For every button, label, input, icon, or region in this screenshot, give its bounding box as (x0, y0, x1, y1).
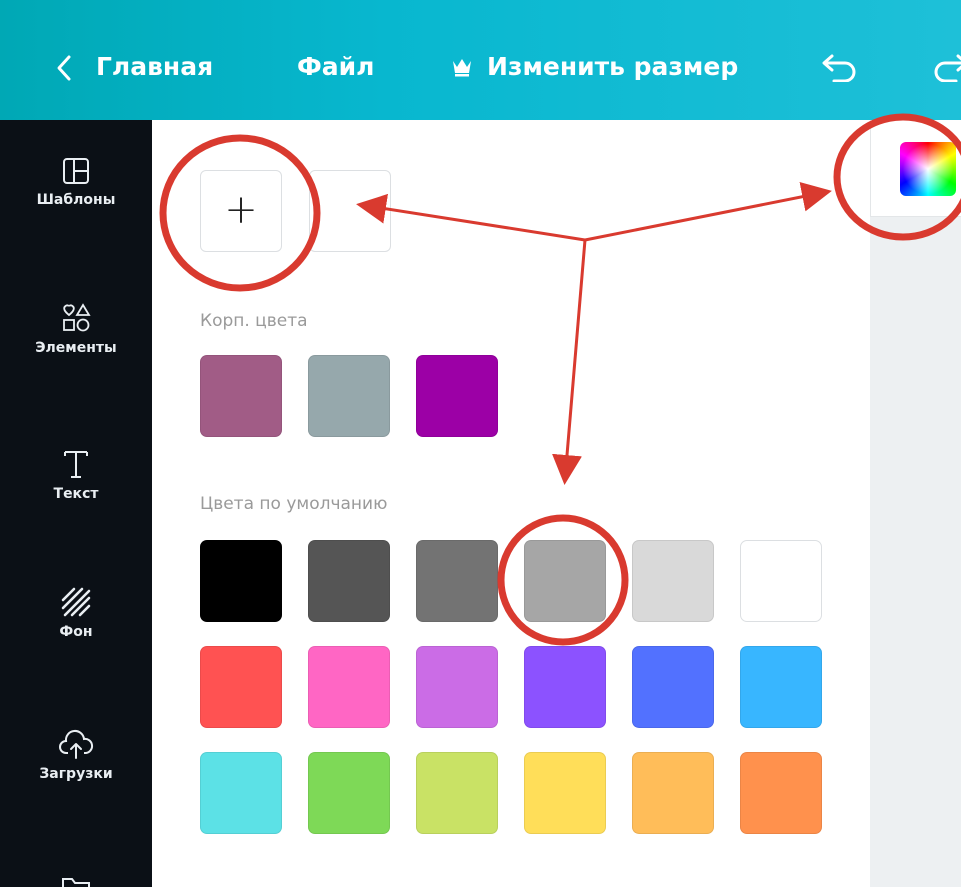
sidebar-item-label: Шаблоны (36, 192, 116, 208)
default-color-swatch[interactable] (308, 752, 390, 834)
sidebar: Шаблоны Элементы Текст Фон Загрузки (0, 120, 152, 887)
sidebar-item-uploads[interactable]: Загрузки (0, 728, 152, 782)
sidebar-item-label: Загрузки (39, 766, 113, 782)
sidebar-item-folder[interactable] (0, 875, 152, 887)
templates-icon (63, 158, 89, 184)
default-color-swatch[interactable] (308, 646, 390, 728)
text-icon (64, 451, 88, 478)
default-colors-label: Цвета по умолчанию (200, 494, 388, 514)
default-color-swatch[interactable] (416, 752, 498, 834)
folder-icon (62, 878, 90, 887)
default-color-swatch[interactable] (308, 540, 390, 622)
default-color-swatch[interactable] (632, 540, 714, 622)
crown-icon (451, 56, 473, 78)
sidebar-item-label: Фон (59, 624, 93, 640)
default-color-swatch[interactable] (416, 646, 498, 728)
default-color-swatch[interactable] (740, 752, 822, 834)
brand-color-swatch[interactable] (200, 355, 282, 437)
canvas-area (870, 120, 961, 887)
color-panel: + Корп. цвета Цвета по умолчанию (152, 120, 870, 887)
sidebar-item-elements[interactable]: Элементы (0, 302, 152, 356)
sidebar-item-label: Элементы (35, 340, 117, 356)
add-color-button[interactable]: + (200, 170, 282, 252)
sidebar-item-label: Текст (53, 486, 99, 502)
default-color-swatch[interactable] (524, 646, 606, 728)
plus-icon: + (224, 187, 258, 233)
file-menu-button[interactable]: Файл (297, 52, 375, 82)
undo-icon[interactable] (820, 52, 860, 83)
redo-icon[interactable] (930, 52, 961, 82)
background-icon (61, 587, 91, 617)
sidebar-item-templates[interactable]: Шаблоны (0, 156, 152, 208)
default-color-swatch[interactable] (740, 646, 822, 728)
default-color-swatch[interactable] (524, 752, 606, 834)
brand-color-swatch[interactable] (416, 355, 498, 437)
default-color-swatch[interactable] (632, 646, 714, 728)
default-color-swatch[interactable] (740, 540, 822, 622)
sidebar-item-background[interactable]: Фон (0, 586, 152, 640)
brand-color-swatch[interactable] (308, 355, 390, 437)
default-color-swatch[interactable] (416, 540, 498, 622)
resize-button[interactable]: Изменить размер (487, 52, 738, 82)
empty-color-slot[interactable] (309, 170, 391, 252)
default-color-swatch[interactable] (632, 752, 714, 834)
default-color-swatch[interactable] (200, 646, 282, 728)
brand-colors-label: Корп. цвета (200, 311, 308, 331)
home-button[interactable]: Главная (96, 52, 213, 82)
default-color-swatch[interactable] (200, 540, 282, 622)
elements-icon (63, 303, 91, 332)
top-bar: Главная Файл Изменить размер (0, 0, 961, 120)
back-chevron-icon[interactable] (54, 54, 74, 82)
default-color-swatch[interactable] (524, 540, 606, 622)
sidebar-item-text[interactable]: Текст (0, 448, 152, 502)
default-color-swatch[interactable] (200, 752, 282, 834)
rainbow-color-picker-button[interactable] (900, 142, 956, 196)
cloud-upload-icon (59, 730, 94, 759)
